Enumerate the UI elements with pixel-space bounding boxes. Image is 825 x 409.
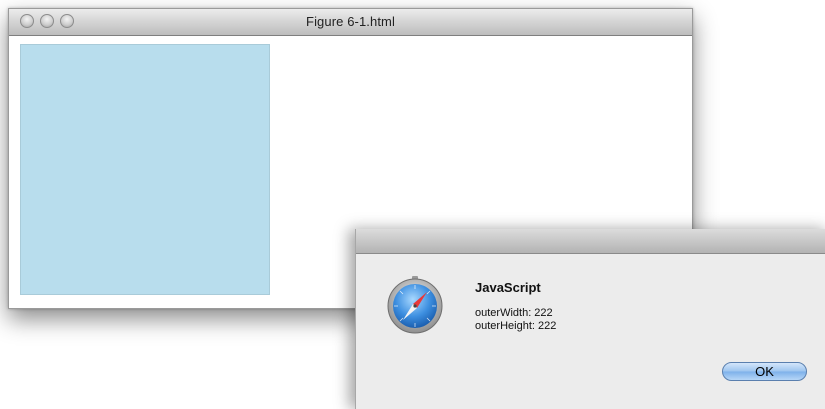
window-titlebar[interactable]: Figure 6-1.html: [9, 9, 692, 36]
blue-box: [20, 44, 270, 295]
window-title: Figure 6-1.html: [306, 14, 395, 29]
alert-titlebar: [356, 229, 825, 254]
javascript-alert-dialog: JavaScript outerWidth: 222 outerHeight: …: [355, 229, 825, 409]
ok-button[interactable]: OK: [722, 362, 807, 381]
alert-heading: JavaScript: [475, 280, 541, 295]
alert-message-line: outerWidth: 222: [475, 307, 553, 319]
alert-message-line: outerHeight: 222: [475, 320, 557, 332]
safari-compass-icon: [387, 276, 443, 334]
